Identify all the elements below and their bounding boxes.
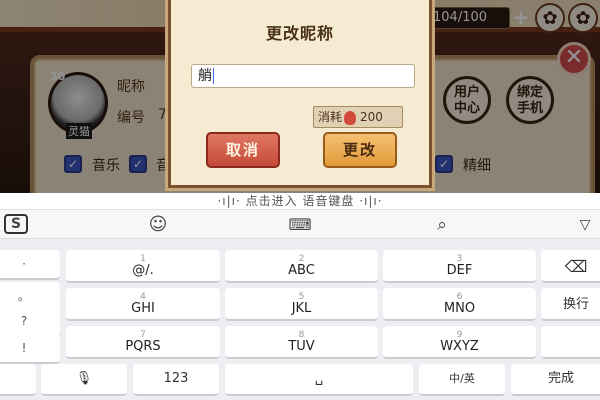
backspace-key[interactable]: ⌫ xyxy=(541,250,600,283)
key-2[interactable]: 2 ABC xyxy=(225,250,378,283)
key-letters: PQRS xyxy=(125,339,161,354)
key-letters: ABC xyxy=(288,263,315,278)
key-7[interactable]: 7 PQRS xyxy=(66,326,220,359)
key-9[interactable]: 9 WXYZ xyxy=(383,326,536,359)
dialog-title: 更改昵称 xyxy=(265,24,334,43)
numbers-key[interactable]: 123 xyxy=(133,364,219,396)
key-5[interactable]: 5 JKL xyxy=(225,288,378,321)
key-1[interactable]: 1 @/. xyxy=(66,250,220,283)
space-key[interactable]: ␣ xyxy=(225,364,413,396)
symbol-key[interactable]: · xyxy=(0,250,60,280)
keyboard-toolbar: S ☺ ⌨ ⌕ ▽ xyxy=(0,209,600,239)
text-caret xyxy=(213,68,214,84)
nickname-input[interactable]: 艄 xyxy=(191,64,415,88)
symbol-key[interactable]: ? xyxy=(0,307,60,337)
confirm-rename-button[interactable]: 更改 xyxy=(323,132,397,168)
sogou-logo-icon[interactable]: S xyxy=(4,214,28,234)
cost-box: 消耗 200 xyxy=(313,106,403,128)
key-letters: JKL xyxy=(291,301,312,316)
key-letters: DEF xyxy=(446,263,473,278)
language-switch-key[interactable]: 中/英 xyxy=(419,364,505,396)
soft-keyboard: ·ı|ı· 点击进入 语音键盘 ·ı|ı· S ☺ ⌨ ⌕ ▽ · 。 ? ! … xyxy=(0,193,600,400)
key-4[interactable]: 4 GHI xyxy=(66,288,220,321)
cost-label: 消耗 xyxy=(318,110,343,124)
voice-keyboard-hint[interactable]: ·ı|ı· 点击进入 语音键盘 ·ı|ı· xyxy=(0,193,600,209)
switch-key[interactable]: 换行 xyxy=(541,288,600,321)
key-letters: GHI xyxy=(131,301,155,316)
search-icon[interactable]: ⌕ xyxy=(430,216,454,234)
emoji-icon[interactable]: ☺ xyxy=(146,216,170,234)
coin-icon xyxy=(344,110,357,125)
symbol-key[interactable]: ! xyxy=(0,334,60,364)
screen: 104/100 + 30 灵猫 昵称 编号 71 用户 中心 绑定 手机 ✕ ✓… xyxy=(0,0,600,400)
done-key[interactable]: 完成 xyxy=(511,364,600,396)
nickname-input-value: 艄 xyxy=(198,68,212,84)
key-6[interactable]: 6 MNO xyxy=(383,288,536,321)
game-scene: 104/100 + 30 灵猫 昵称 编号 71 用户 中心 绑定 手机 ✕ ✓… xyxy=(0,0,600,193)
key-letters: WXYZ xyxy=(440,339,479,354)
chevron-down-icon[interactable]: ▽ xyxy=(574,216,596,234)
right-blank-key[interactable] xyxy=(541,326,600,359)
emoji-key[interactable] xyxy=(0,364,36,396)
key-letters: MNO xyxy=(443,301,476,316)
key-8[interactable]: 8 TUV xyxy=(225,326,378,359)
key-letters: @/. xyxy=(132,263,154,278)
keyboard-icon[interactable]: ⌨ xyxy=(288,216,312,234)
key-letters: TUV xyxy=(288,339,315,354)
cancel-button[interactable]: 取消 xyxy=(206,132,280,168)
cost-value: 200 xyxy=(360,110,383,124)
microphone-icon[interactable]: 🎙 xyxy=(41,364,127,396)
rename-dialog: 更改昵称 艄 消耗 200 取消 更改 xyxy=(168,0,432,188)
key-3[interactable]: 3 DEF xyxy=(383,250,536,283)
